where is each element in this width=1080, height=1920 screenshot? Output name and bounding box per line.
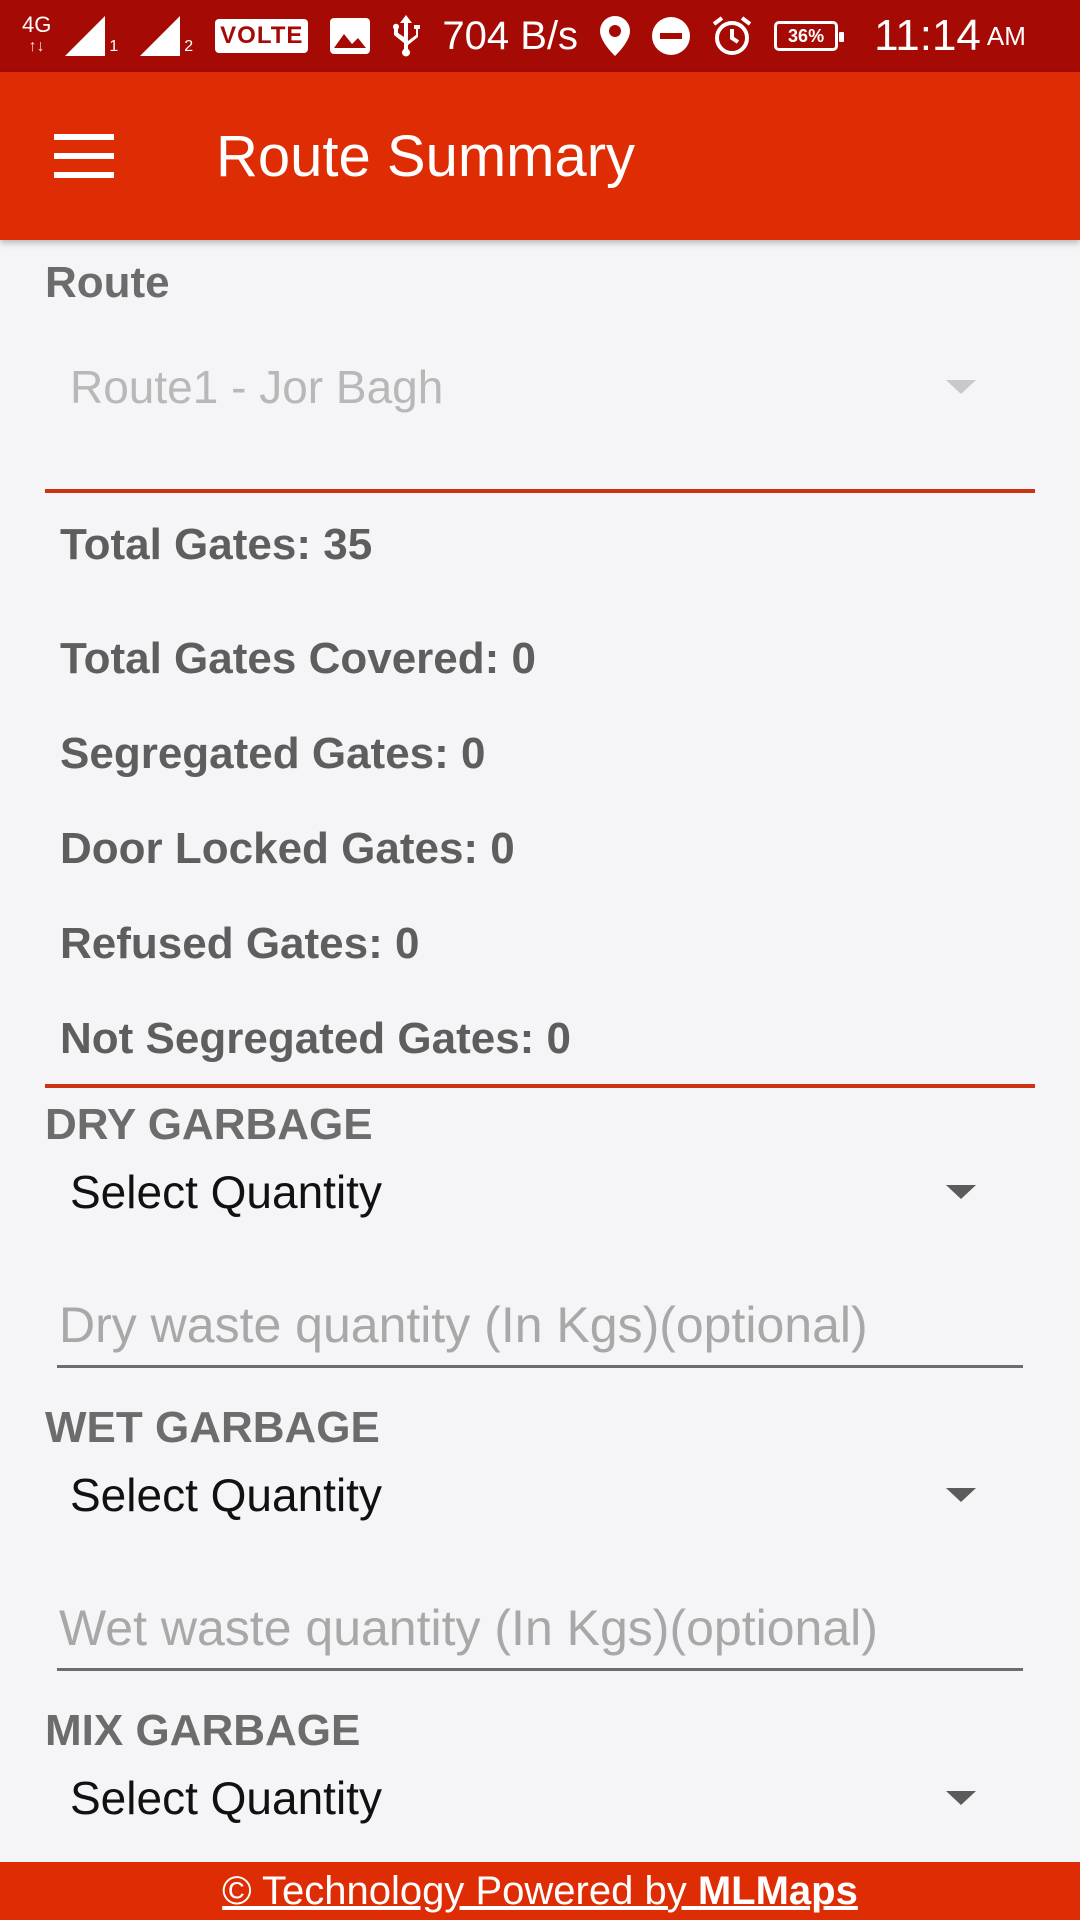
app-bar: Route Summary <box>0 72 1080 240</box>
sim1-label: 1 <box>109 38 119 55</box>
network-indicator: 4G ↑↓ <box>22 14 51 58</box>
network-type: 4G <box>22 12 52 37</box>
mix-quantity-dropdown[interactable]: Select Quantity <box>70 1771 1000 1825</box>
divider <box>45 489 1035 493</box>
refused-gates: Refused Gates: 0 <box>60 919 420 968</box>
battery-level: 36% <box>774 21 845 51</box>
location-icon <box>600 16 631 56</box>
total-gates-covered: Total Gates Covered: 0 <box>60 634 536 683</box>
mix-quantity-value: Select Quantity <box>70 1772 382 1824</box>
signal-icon: 1 <box>65 16 118 56</box>
wet-quantity-value: Select Quantity <box>70 1469 382 1521</box>
mix-garbage-label: MIX GARBAGE <box>45 1706 361 1755</box>
volte-label: VOLTE <box>215 19 309 53</box>
brand-name: MLMaps <box>697 1868 858 1913</box>
wet-waste-input[interactable] <box>57 1587 1023 1671</box>
footer: © Technology Powered by MLMaps <box>0 1862 1080 1920</box>
not-segregated-gates: Not Segregated Gates: 0 <box>60 1014 572 1063</box>
dry-garbage-label: DRY GARBAGE <box>45 1100 373 1149</box>
usb-icon <box>392 15 421 57</box>
chevron-down-icon <box>946 1791 976 1805</box>
door-locked-gates: Door Locked Gates: 0 <box>60 824 515 873</box>
network-arrows: ↑↓ <box>28 38 45 55</box>
chevron-down-icon <box>946 380 976 394</box>
route-label: Route <box>45 258 170 307</box>
total-gates: Total Gates: 35 <box>60 520 373 569</box>
clock-ampm: AM <box>986 20 1026 51</box>
wet-quantity-dropdown[interactable]: Select Quantity <box>70 1468 1000 1522</box>
powered-by-link[interactable]: © Technology Powered by MLMaps <box>222 1869 858 1914</box>
page-title: Route Summary <box>216 123 636 189</box>
battery-icon: 36% <box>774 21 845 51</box>
route-selected-value: Route1 - Jor Bagh <box>70 361 444 413</box>
dry-waste-input[interactable] <box>57 1284 1023 1368</box>
powered-by-text: © Technology Powered by <box>222 1868 698 1913</box>
sim2-label: 2 <box>184 38 194 55</box>
clock-time: 11:14 <box>874 11 981 60</box>
dry-quantity-value: Select Quantity <box>70 1166 382 1218</box>
hamburger-menu-icon[interactable] <box>24 96 144 216</box>
alarm-icon <box>712 16 752 56</box>
dry-quantity-dropdown[interactable]: Select Quantity <box>70 1165 1000 1219</box>
do-not-disturb-icon <box>652 17 691 55</box>
signal-icon: 2 <box>140 16 193 56</box>
divider <box>45 1084 1035 1088</box>
volte-badge: VOLTE <box>215 19 309 53</box>
speed-indicator: 704 B/s <box>442 13 579 58</box>
chevron-down-icon <box>946 1185 976 1199</box>
segregated-gates: Segregated Gates: 0 <box>60 729 486 778</box>
clock: 11:14 AM <box>874 11 1026 61</box>
wet-garbage-label: WET GARBAGE <box>45 1403 380 1452</box>
image-icon <box>330 18 371 54</box>
chevron-down-icon <box>946 1488 976 1502</box>
route-dropdown[interactable]: Route1 - Jor Bagh <box>70 360 1000 414</box>
status-bar: 4G ↑↓ 1 2 VOLTE 704 B/s 36% 11:14 AM <box>0 0 1080 72</box>
